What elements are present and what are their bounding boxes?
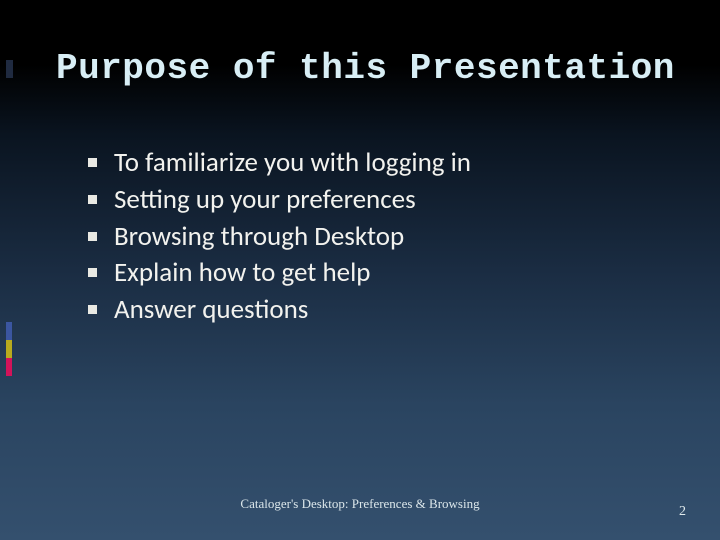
list-item: To familiarize you with logging in: [88, 146, 660, 180]
accent-tab-blue: [6, 322, 12, 340]
accent-tab-magenta: [6, 358, 12, 376]
bullet-list: To familiarize you with logging in Setti…: [88, 146, 660, 330]
accent-tab-top: [6, 60, 13, 78]
list-item: Browsing through Desktop: [88, 220, 660, 254]
footer-text: Cataloger's Desktop: Preferences & Brows…: [0, 496, 720, 512]
slide: Purpose of this Presentation To familiar…: [0, 0, 720, 540]
list-item: Explain how to get help: [88, 256, 660, 290]
list-item: Answer questions: [88, 293, 660, 327]
accent-tab-yellow: [6, 340, 12, 358]
list-item: Setting up your preferences: [88, 183, 660, 217]
accent-tabs-left: [6, 322, 12, 376]
page-number: 2: [679, 504, 686, 520]
footer: Cataloger's Desktop: Preferences & Brows…: [0, 496, 720, 520]
slide-title: Purpose of this Presentation: [56, 48, 680, 89]
